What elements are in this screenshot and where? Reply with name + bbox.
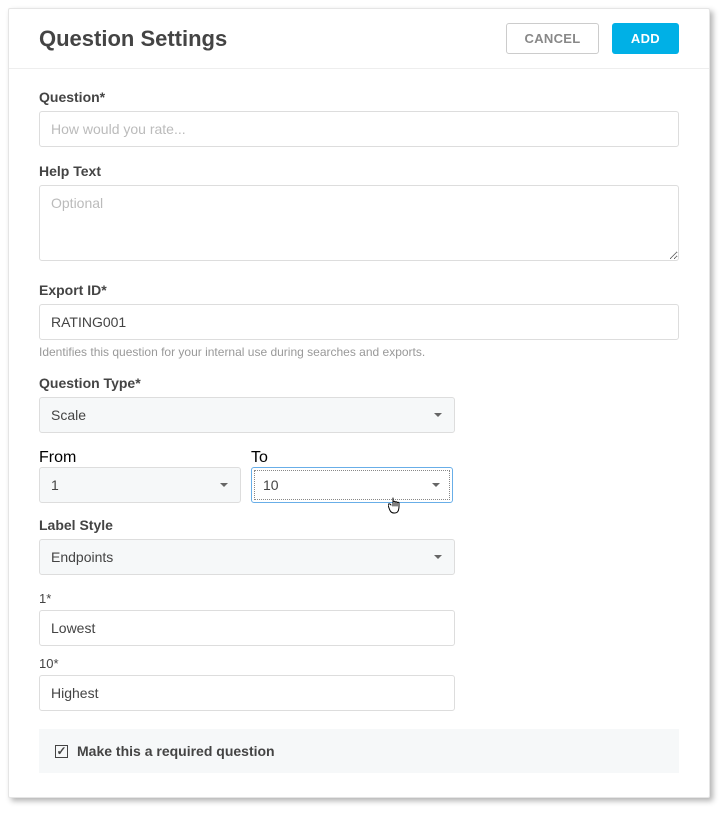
helptext-textarea[interactable] <box>39 185 679 261</box>
exportid-hint: Identifies this question for your intern… <box>39 345 679 359</box>
add-button[interactable]: ADD <box>612 23 679 54</box>
endpoint-labels: 1* 10* <box>39 591 679 711</box>
question-field: Question* <box>39 89 679 147</box>
required-checkbox[interactable]: ✓ <box>55 745 68 758</box>
caret-icon <box>434 555 442 559</box>
cancel-button[interactable]: CANCEL <box>506 23 600 54</box>
helptext-label: Help Text <box>39 163 679 179</box>
labelstyle-value: Endpoints <box>51 549 113 565</box>
from-select[interactable]: 1 <box>39 467 241 503</box>
endpoint1-label: 1* <box>39 591 679 606</box>
exportid-field: Export ID* Identifies this question for … <box>39 282 679 359</box>
required-row[interactable]: ✓ Make this a required question <box>39 729 679 773</box>
to-label: To <box>251 449 453 467</box>
endpoint2-field: 10* <box>39 656 679 711</box>
question-input[interactable] <box>39 111 679 147</box>
from-label: From <box>39 449 241 467</box>
dialog-body: Question* Help Text Export ID* Identifie… <box>9 69 709 797</box>
required-label: Make this a required question <box>77 743 275 759</box>
dialog-header: Question Settings CANCEL ADD <box>9 9 709 69</box>
endpoint2-input[interactable] <box>39 675 455 711</box>
question-settings-dialog: Question Settings CANCEL ADD Question* H… <box>8 8 710 798</box>
exportid-input[interactable] <box>39 304 679 340</box>
caret-icon <box>220 483 228 487</box>
helptext-field: Help Text <box>39 163 679 266</box>
endpoint2-label: 10* <box>39 656 679 671</box>
labelstyle-label: Label Style <box>39 517 679 533</box>
to-select[interactable]: 10 <box>251 467 453 503</box>
question-label: Question* <box>39 89 679 105</box>
qtype-value: Scale <box>51 407 86 423</box>
header-actions: CANCEL ADD <box>506 23 680 54</box>
range-row: From 1 To 10 <box>39 449 679 503</box>
caret-icon <box>432 483 440 487</box>
qtype-field: Question Type* Scale <box>39 375 679 433</box>
to-field: To 10 <box>251 449 453 503</box>
from-value: 1 <box>51 477 59 493</box>
qtype-label: Question Type* <box>39 375 679 391</box>
labelstyle-select[interactable]: Endpoints <box>39 539 455 575</box>
from-field: From 1 <box>39 449 241 503</box>
exportid-label: Export ID* <box>39 282 679 298</box>
to-value: 10 <box>263 477 279 493</box>
dialog-title: Question Settings <box>39 26 227 52</box>
caret-icon <box>434 413 442 417</box>
qtype-select[interactable]: Scale <box>39 397 455 433</box>
endpoint1-field: 1* <box>39 591 679 646</box>
endpoint1-input[interactable] <box>39 610 455 646</box>
labelstyle-field: Label Style Endpoints <box>39 517 679 575</box>
